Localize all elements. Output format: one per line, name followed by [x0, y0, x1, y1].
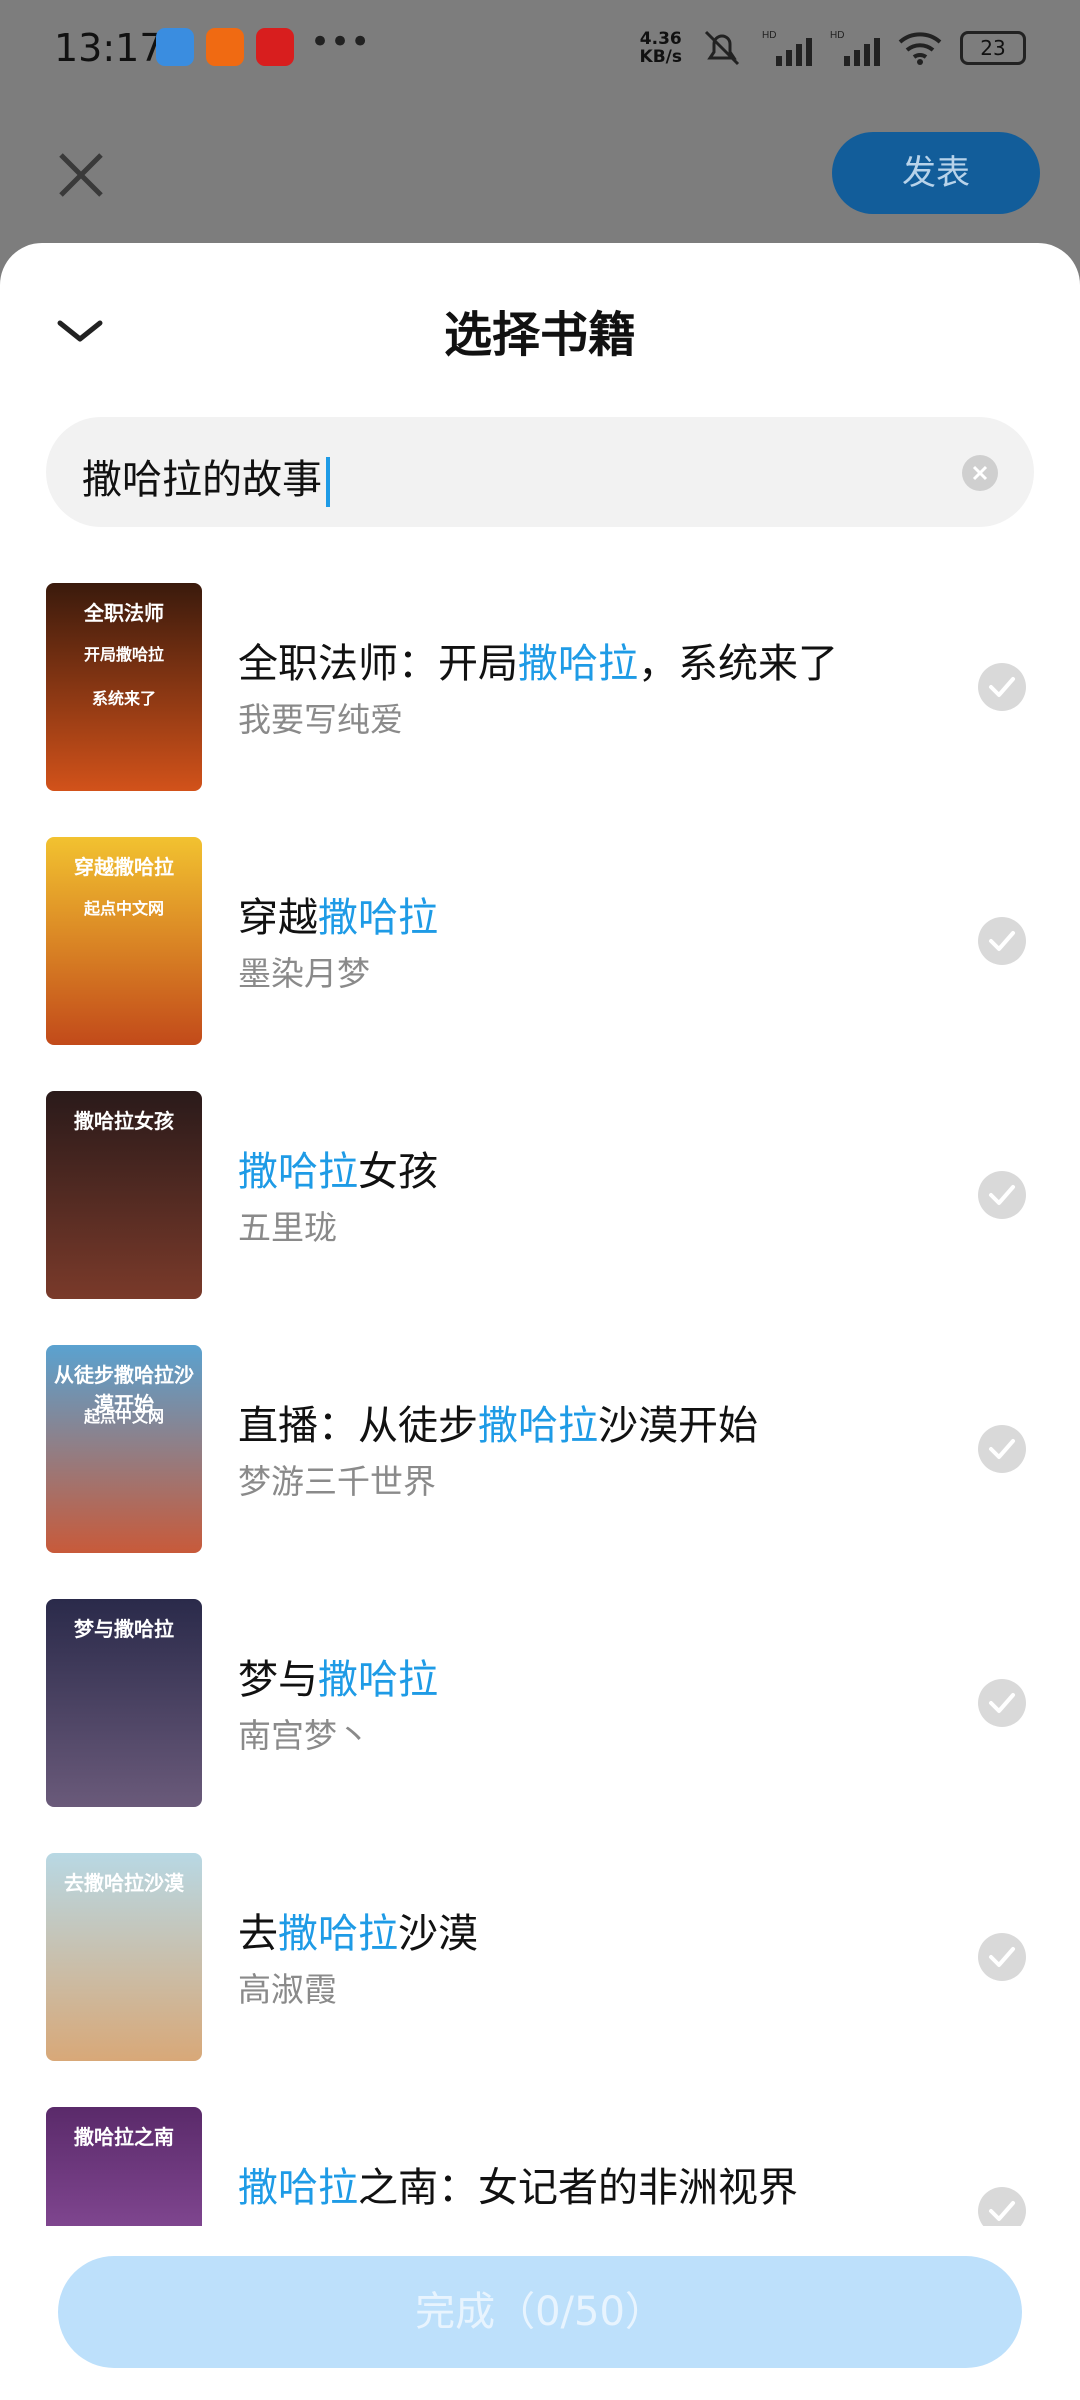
mute-icon — [704, 30, 740, 66]
book-author: 五里珑 — [238, 1208, 337, 1247]
search-value[interactable]: 撒哈拉的故事 — [82, 447, 330, 507]
cover-text: 梦与撒哈拉 — [74, 1617, 174, 1641]
svg-text:HD: HD — [830, 30, 844, 41]
battery-indicator: 23 — [960, 31, 1026, 65]
text-cursor — [326, 457, 330, 507]
book-title-pre: 梦与 — [238, 1657, 318, 1703]
book-title: 梦与撒哈拉 — [238, 1647, 438, 1705]
book-title-pre: 全职法师：开局 — [238, 641, 518, 687]
book-title-post: ，系统来了 — [638, 641, 838, 687]
wifi-icon — [898, 32, 942, 65]
select-checkbox-icon[interactable] — [978, 663, 1026, 711]
select-checkbox-icon[interactable] — [978, 917, 1026, 965]
book-author: 梦游三千世界 — [238, 1462, 436, 1501]
net-speed: 4.36 KB/s — [640, 30, 682, 66]
book-title-highlight: 撒哈拉 — [518, 641, 638, 687]
book-title-pre: 去 — [238, 1911, 278, 1957]
book-title-post: 沙漠 — [398, 1911, 478, 1957]
cover-text: 穿越撒哈拉 — [74, 855, 174, 879]
book-cover: 梦与撒哈拉 — [46, 1599, 202, 1807]
done-button[interactable]: 完成（0/50） — [58, 2256, 1022, 2368]
cover-text: 起点中文网 — [83, 899, 164, 918]
close-icon[interactable] — [56, 150, 106, 200]
book-title: 撒哈拉女孩 — [238, 1139, 438, 1197]
book-author: 南宫梦丶 — [238, 1716, 370, 1755]
select-book-sheet: 选择书籍 撒哈拉的故事 全职法师 开局撒哈拉 系统来了 全职法师：开局撒哈拉，系统来了… — [0, 243, 1080, 2400]
select-checkbox-icon[interactable] — [978, 1933, 1026, 1981]
book-list: 全职法师 开局撒哈拉 系统来了 全职法师：开局撒哈拉，系统来了 我要写纯爱 穿越撒哈拉 起点… — [0, 583, 1080, 2361]
more-notifications-icon: ••• — [310, 22, 371, 62]
select-checkbox-icon[interactable] — [978, 1679, 1026, 1727]
cover-text: 去撒哈拉沙漠 — [64, 1871, 184, 1895]
book-title-post: 之南：女记者的非洲视界 — [358, 2165, 798, 2211]
cover-text: 开局撒哈拉 — [83, 645, 164, 664]
book-row[interactable]: 撒哈拉女孩 撒哈拉女孩 五里珑 — [0, 1091, 1080, 1345]
shop-app-icon — [256, 28, 294, 66]
book-title-highlight: 撒哈拉 — [238, 1149, 358, 1195]
book-cover: 撒哈拉女孩 — [46, 1091, 202, 1299]
clear-search-icon[interactable] — [962, 455, 998, 491]
status-bar: 13:17 ••• 4.36 KB/s HD HD 23 — [0, 0, 1080, 100]
book-title-pre: 直播：从徒步 — [238, 1403, 478, 1449]
book-row[interactable]: 全职法师 开局撒哈拉 系统来了 全职法师：开局撒哈拉，系统来了 我要写纯爱 — [0, 583, 1080, 837]
signal-1-icon: HD — [762, 30, 812, 66]
book-row[interactable]: 去撒哈拉沙漠 去撒哈拉沙漠 高淑霞 — [0, 1853, 1080, 2107]
book-title: 直播：从徒步撒哈拉沙漠开始 — [238, 1393, 758, 1451]
book-title-highlight: 撒哈拉 — [278, 1911, 398, 1957]
book-title: 穿越撒哈拉 — [238, 885, 438, 943]
book-title-highlight: 撒哈拉 — [478, 1403, 598, 1449]
book-row[interactable]: 从徒步撒哈拉沙漠开始 起点中文网 直播：从徒步撒哈拉沙漠开始梦游三千世界 — [0, 1345, 1080, 1599]
book-cover: 全职法师开局撒哈拉系统来了 — [46, 583, 202, 791]
book-cover: 从徒步撒哈拉沙漠开始 起点中文网 — [46, 1345, 202, 1553]
net-speed-unit: KB/s — [639, 47, 682, 67]
select-checkbox-icon[interactable] — [978, 1171, 1026, 1219]
status-time: 13:17 — [54, 26, 164, 70]
book-title-post: 沙漠开始 — [598, 1403, 758, 1449]
search-text: 撒哈拉的故事 — [82, 457, 322, 503]
search-input[interactable]: 撒哈拉的故事 — [46, 417, 1034, 527]
book-author: 墨染月梦 — [238, 954, 370, 993]
book-title-post: 女孩 — [358, 1149, 438, 1195]
book-title: 全职法师：开局撒哈拉，系统来了 — [238, 631, 838, 689]
book-author: 我要写纯爱 — [238, 700, 403, 739]
net-speed-value: 4.36 — [639, 29, 682, 49]
book-title: 撒哈拉之南：女记者的非洲视界 — [238, 2155, 798, 2213]
sheet-title: 选择书籍 — [443, 307, 636, 363]
cover-text: 起点中文网 — [83, 1407, 164, 1426]
book-title-pre: 穿越 — [238, 895, 318, 941]
publish-button[interactable]: 发表 — [832, 132, 1040, 214]
book-row[interactable]: 梦与撒哈拉 梦与撒哈拉 南宫梦丶 — [0, 1599, 1080, 1853]
book-title-highlight: 撒哈拉 — [318, 1657, 438, 1703]
cloud-app-icon — [156, 28, 194, 66]
book-author: 高淑霞 — [238, 1970, 337, 2009]
book-row[interactable]: 穿越撒哈拉 起点中文网 穿越撒哈拉 墨染月梦 — [0, 837, 1080, 1091]
cover-text: 撒哈拉之南 — [74, 2125, 174, 2149]
signal-2-icon: HD — [830, 30, 880, 66]
book-title: 去撒哈拉沙漠 — [238, 1901, 478, 1959]
book-cover: 去撒哈拉沙漠 — [46, 1853, 202, 2061]
cover-text: 撒哈拉女孩 — [74, 1109, 174, 1133]
book-cover: 穿越撒哈拉起点中文网 — [46, 837, 202, 1045]
book-title-highlight: 撒哈拉 — [318, 895, 438, 941]
mi-app-icon — [206, 28, 244, 66]
select-checkbox-icon[interactable] — [978, 1425, 1026, 1473]
cover-text: 系统来了 — [91, 689, 156, 708]
svg-text:HD: HD — [762, 30, 776, 41]
cover-text: 全职法师 — [84, 601, 164, 625]
book-title-highlight: 撒哈拉 — [238, 2165, 358, 2211]
